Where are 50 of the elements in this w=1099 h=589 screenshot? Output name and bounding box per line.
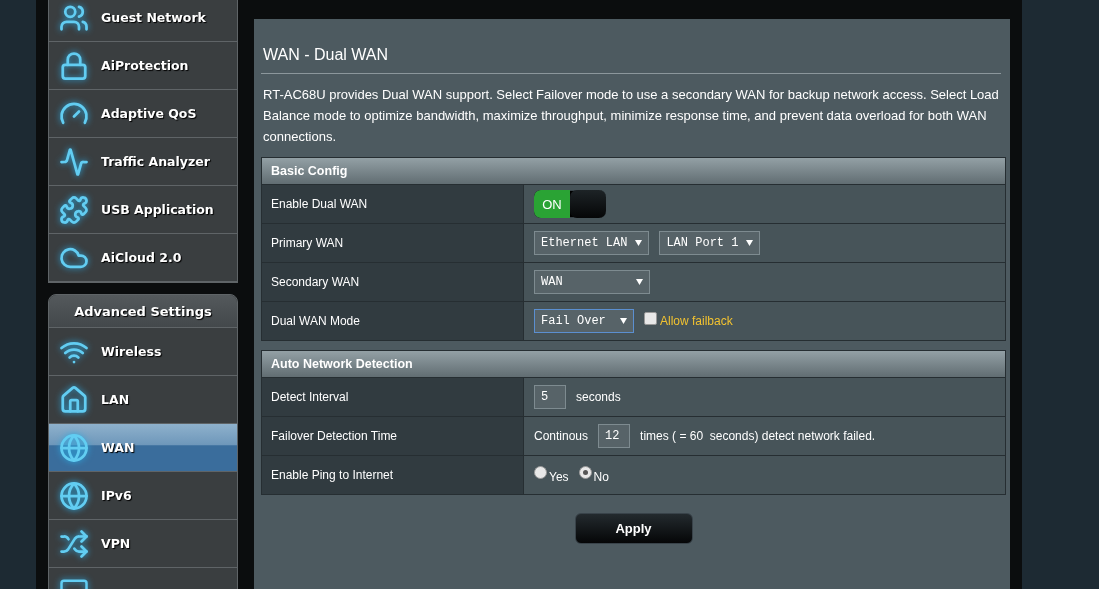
sidebar-item[interactable]: Guest Network <box>49 0 237 42</box>
value-text: Continous <box>534 429 589 443</box>
value-text: seconds <box>576 390 621 404</box>
checkbox-label: Allow failback <box>660 314 733 328</box>
value-text: times ( = 60 seconds) detect network failed. <box>640 429 876 443</box>
field-label: Secondary WAN <box>262 263 524 301</box>
sidebar-item[interactable]: VPN <box>49 520 237 568</box>
field-label: Dual WAN Mode <box>262 302 524 340</box>
caret-icon <box>636 279 643 285</box>
table-header: Basic Config <box>262 158 1005 185</box>
sidebar-item[interactable]: AiProtection <box>49 42 237 90</box>
globe-icon <box>59 480 89 511</box>
input-field[interactable]: 12 <box>598 424 631 448</box>
globe-icon <box>59 432 89 463</box>
input-field[interactable]: 5 <box>534 385 566 409</box>
page-title: WAN - Dual WAN <box>261 33 1001 74</box>
section-header: Advanced Settings <box>49 295 237 328</box>
dropdown[interactable]: LAN Port 1 <box>659 231 761 255</box>
field-label: Primary WAN <box>262 224 524 262</box>
field-label: Failover Detection Time <box>262 417 524 455</box>
sidebar-item[interactable]: Adaptive QoS <box>49 90 237 138</box>
radio-label: No <box>593 469 609 484</box>
puzzle-icon <box>59 194 89 225</box>
caret-icon <box>620 318 627 324</box>
description: RT-AC68U provides Dual WAN support. Select Failover mode to use a secondary WAN for backup network access. Select Load Balance mode to optimize bandwidth, maximize throughput, minimize response time, and prevent data overload for both WAN connections. <box>262 86 1000 146</box>
caret-icon <box>746 240 754 246</box>
table-header: Auto Network Detection <box>262 351 1005 378</box>
sidebar-item[interactable]: USB Application <box>49 186 237 234</box>
lock-icon <box>59 50 89 81</box>
dropdown[interactable]: Fail Over <box>534 309 634 333</box>
arrows-icon <box>59 528 89 559</box>
apply-button[interactable]: Apply <box>574 513 693 544</box>
checkbox[interactable] <box>644 311 657 325</box>
field-label: Enable Dual WAN <box>262 185 524 223</box>
sidebar-item[interactable]: Wireless <box>49 328 237 376</box>
sidebar-item[interactable]: Traffic Analyzer <box>49 138 237 186</box>
radio-label: Yes <box>549 469 569 484</box>
house-icon <box>59 384 89 415</box>
sidebar-item[interactable]: IPv6 <box>49 472 237 520</box>
chart-line-icon <box>59 146 89 177</box>
radio-button[interactable] <box>578 466 592 479</box>
sidebar-item[interactable]: AiCloud 2.0 <box>49 234 237 282</box>
field-label: Enable Ping to Internet <box>262 456 524 494</box>
dropdown[interactable]: WAN <box>534 270 650 294</box>
field-label: Detect Interval <box>262 378 524 416</box>
radio-button[interactable] <box>534 466 547 479</box>
sidebar-item[interactable]: WAN <box>49 424 237 472</box>
dropdown[interactable]: Ethernet LAN <box>534 231 650 255</box>
caret-icon <box>635 240 643 246</box>
users-icon <box>59 2 89 33</box>
